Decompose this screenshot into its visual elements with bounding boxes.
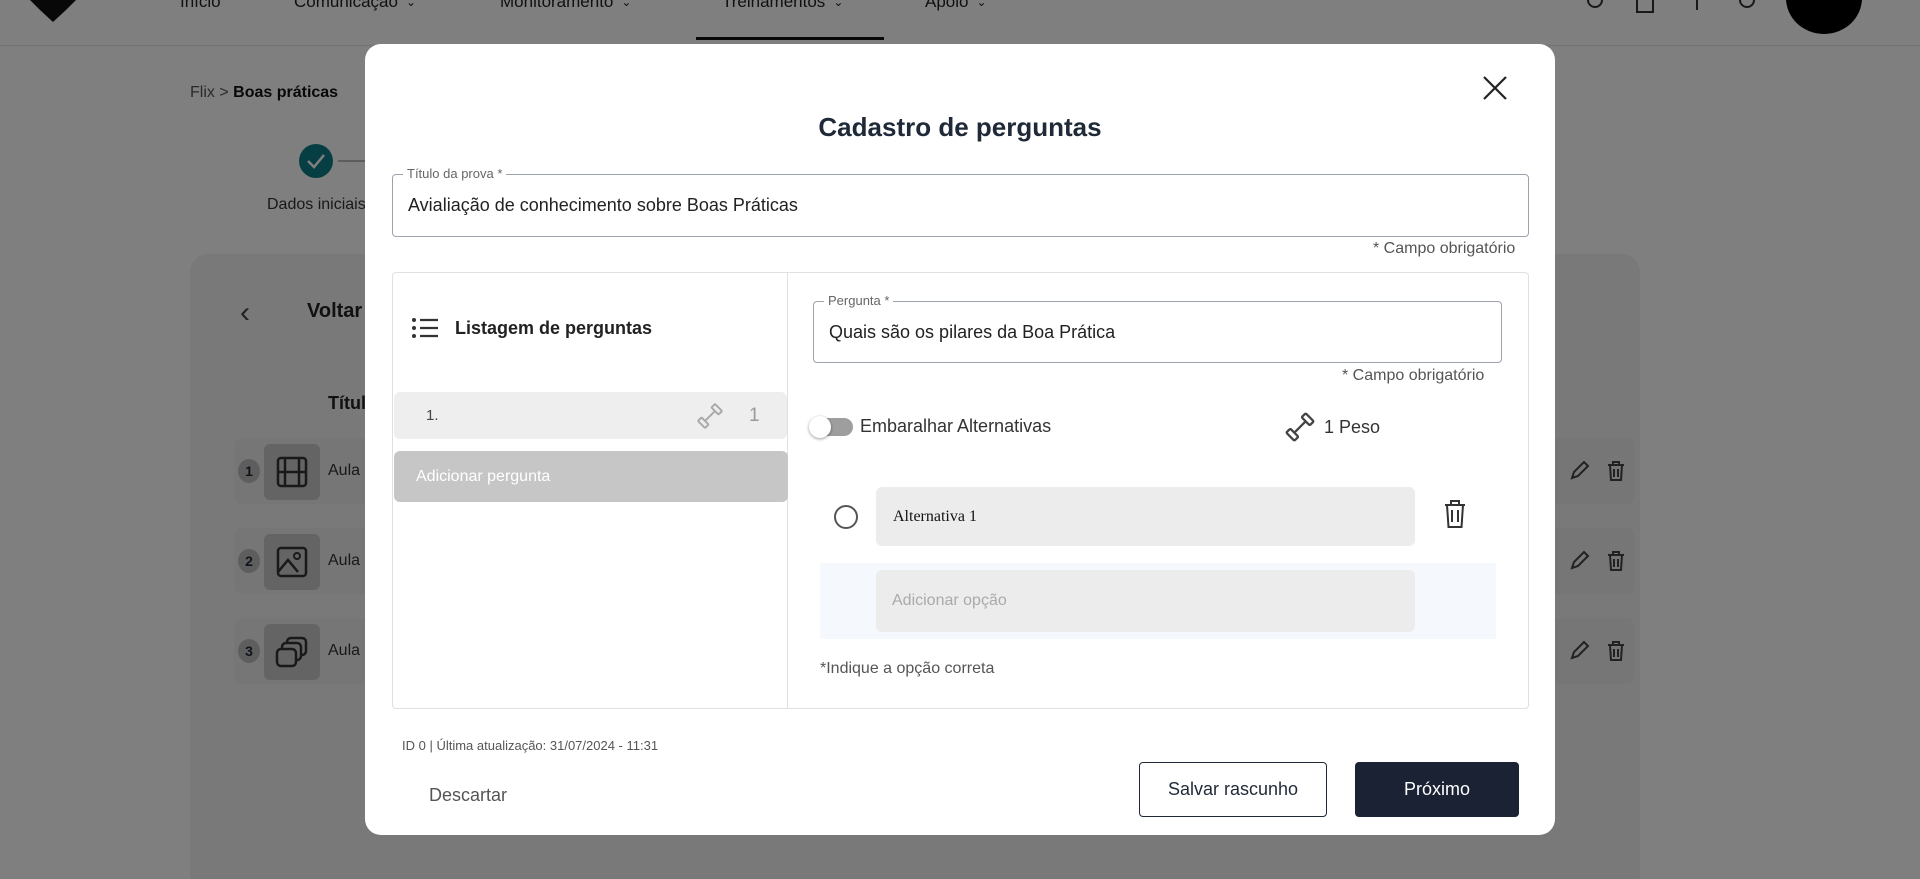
question-list-item[interactable]: 1. 1 [394, 392, 787, 439]
save-draft-button[interactable]: Salvar rascunho [1139, 762, 1327, 817]
shuffle-label: Embaralhar Alternativas [860, 416, 1052, 436]
weight-label: 1 Peso [1324, 416, 1381, 437]
question-registration-modal: Cadastro de perguntas Título da prova * … [365, 44, 1555, 835]
question-label: Pergunta * [824, 293, 894, 308]
question-number: 1. [426, 407, 439, 424]
weight-control[interactable]: 1 Peso [1284, 411, 1380, 443]
correct-option-hint: *Indique a opção correta [820, 660, 995, 677]
trash-icon[interactable] [1443, 499, 1467, 529]
exam-title-label: Título da prova * [403, 166, 507, 181]
required-note: * Campo obrigatório [1342, 367, 1485, 384]
exam-title-field[interactable]: Título da prova * [392, 166, 1529, 237]
question-detail-panel: Pergunta * * Campo obrigatório Embaralha… [789, 273, 1530, 708]
question-editor-panel: Listagem de perguntas 1. 1 Adicionar per… [392, 272, 1529, 709]
toggle-knob [809, 416, 831, 438]
shuffle-toggle[interactable] [809, 416, 853, 438]
close-icon [1483, 76, 1507, 100]
exam-title-input[interactable] [393, 175, 1528, 236]
question-input[interactable] [814, 302, 1501, 362]
add-question-button[interactable]: Adicionar pergunta [394, 451, 788, 502]
add-option-input[interactable] [876, 570, 1415, 632]
close-button[interactable] [1475, 68, 1515, 108]
modal-title: Cadastro de perguntas [818, 112, 1102, 142]
add-option-row [820, 563, 1496, 639]
dumbbell-icon [697, 403, 723, 429]
question-list-title: Listagem de perguntas [455, 317, 653, 338]
discard-button[interactable]: Descartar [429, 785, 507, 806]
question-weight: 1 [749, 405, 760, 426]
next-button[interactable]: Próximo [1355, 762, 1519, 817]
list-icon [412, 318, 438, 338]
last-update-meta: ID 0 | Última atualização: 31/07/2024 - … [402, 738, 659, 753]
question-list-panel: Listagem de perguntas 1. 1 Adicionar per… [393, 273, 788, 708]
question-field[interactable]: Pergunta * [813, 293, 1502, 363]
dumbbell-icon [1285, 412, 1315, 442]
alternative-input[interactable]: Alternativa 1 [876, 487, 1415, 546]
required-note: * Campo obrigatório [1373, 240, 1516, 257]
question-list-header: Listagem de perguntas [411, 317, 652, 339]
correct-option-radio[interactable] [834, 505, 858, 529]
